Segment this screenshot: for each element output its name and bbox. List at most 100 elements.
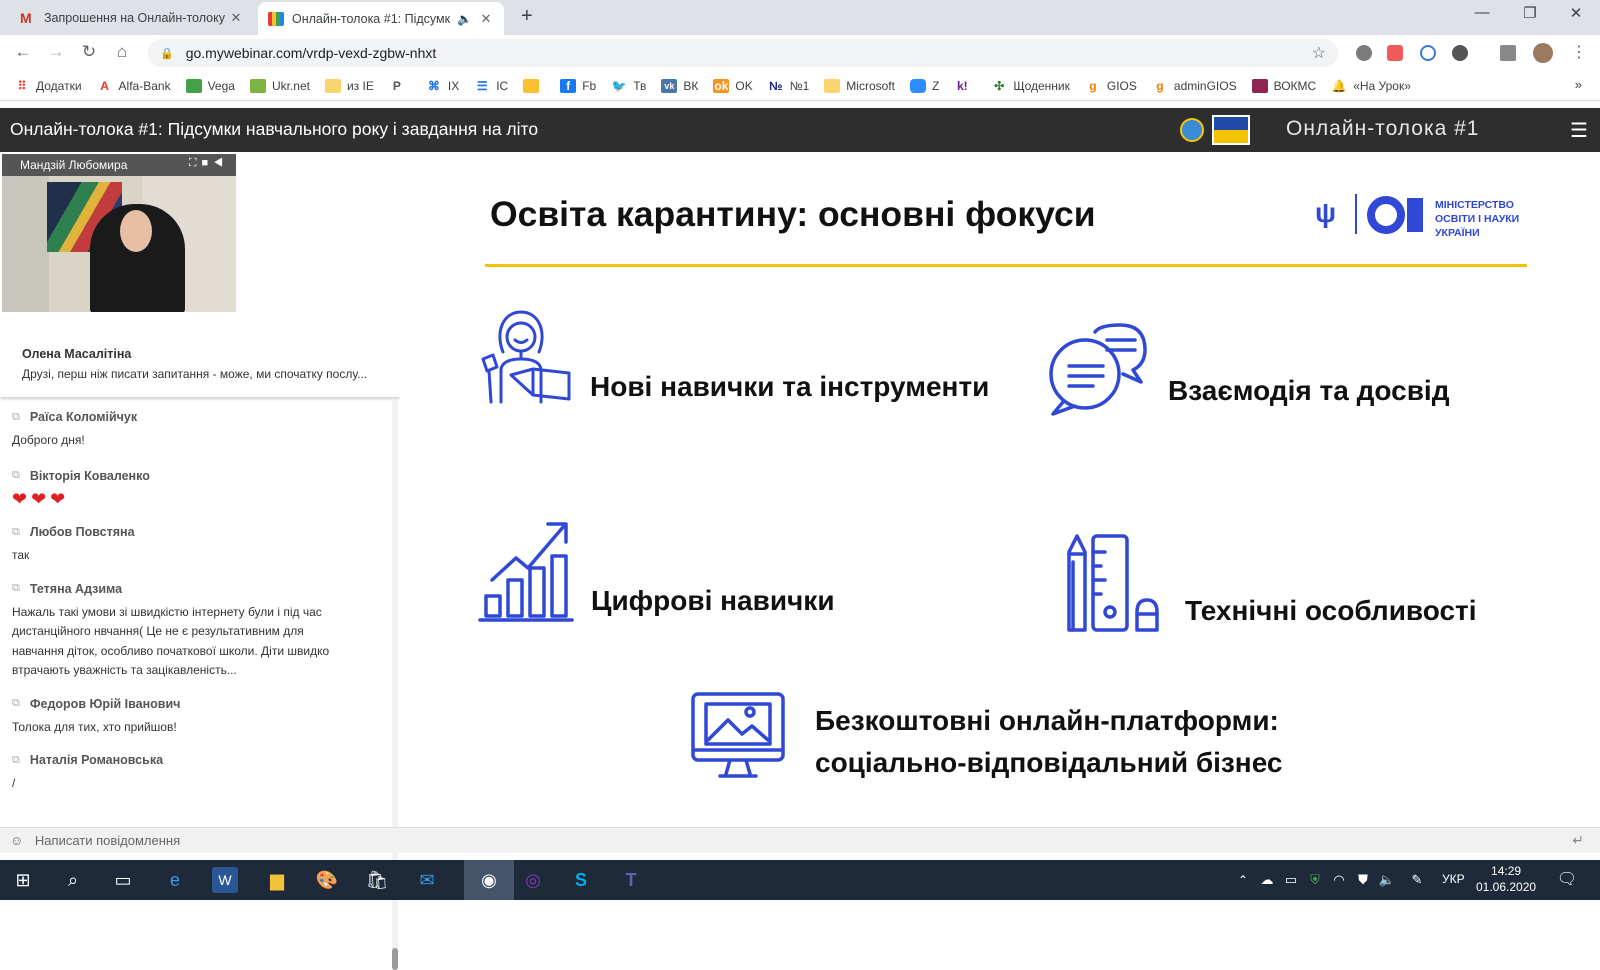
profile-avatar[interactable]	[1533, 43, 1553, 63]
notifications-icon[interactable]: 🗨	[1554, 867, 1580, 893]
close-window-button[interactable]: ✕	[1556, 4, 1596, 22]
bookmark-fb[interactable]: f Fb	[560, 78, 596, 93]
word-icon[interactable]: W	[212, 867, 238, 893]
paint-icon[interactable]: 🎨	[314, 867, 340, 893]
close-tab-icon[interactable]: ✕	[228, 10, 244, 26]
skype-extension-icon[interactable]	[1356, 45, 1372, 61]
viber-icon[interactable]: ◎	[520, 867, 546, 893]
bookmark-ok[interactable]: ok OK	[713, 78, 753, 93]
volume-icon[interactable]: 🔈	[1374, 867, 1400, 893]
bookmark-twitter[interactable]: 🐦 Тв	[611, 79, 647, 93]
onedrive-icon[interactable]: ☁	[1254, 867, 1280, 893]
bookmark-p[interactable]: P	[389, 79, 411, 93]
brand-title: Онлайн-толока #1	[1286, 117, 1480, 140]
extension-icon[interactable]	[1387, 45, 1403, 61]
audio-playing-icon[interactable]: 🔈	[457, 12, 472, 26]
pen-icon[interactable]: ✎	[1404, 867, 1430, 893]
camera-icon[interactable]: ■	[202, 157, 214, 169]
w-extension-icon[interactable]	[1420, 45, 1436, 61]
copy-icon[interactable]: ⧉	[12, 754, 20, 767]
chrome-icon[interactable]: ◉	[464, 860, 514, 900]
bookmark-folder-ie[interactable]: из IE	[324, 78, 374, 93]
copy-icon[interactable]: ⧉	[12, 469, 20, 482]
search-icon[interactable]: ⌕	[60, 867, 86, 893]
send-enter-icon[interactable]: ↵	[1572, 832, 1584, 849]
task-view-icon[interactable]: ▭	[110, 867, 136, 893]
edge-icon[interactable]: e	[162, 867, 188, 893]
bookmark-n1[interactable]: № №1	[768, 79, 809, 93]
system-clock[interactable]: 14:29 01.06.2020	[1476, 863, 1536, 895]
bookmark-shchodennyk[interactable]: ✣ Щоденник	[991, 79, 1070, 93]
flag-logo-icon	[1212, 115, 1250, 145]
bookmark-label: Щоденник	[1013, 78, 1070, 93]
extension-icon[interactable]	[1452, 45, 1468, 61]
bookmark-k[interactable]: k!	[954, 79, 976, 93]
browser-tab-webinar[interactable]: Онлайн-толока #1: Підсумк 🔈 ✕	[258, 2, 504, 35]
reload-icon[interactable]: ↻	[78, 42, 100, 62]
bookmark-gios[interactable]: g GIOS	[1085, 79, 1137, 93]
restore-button[interactable]: ❐	[1510, 4, 1550, 22]
speaker-video[interactable]: Мандзій Любомира ⛶■◀	[2, 154, 236, 312]
focus-label-interaction: Взаємодія та досвід	[1168, 375, 1450, 406]
bookmark-vega[interactable]: Vega	[185, 78, 235, 93]
language-indicator[interactable]: УКР	[1442, 872, 1465, 886]
bell-icon: 🔔	[1331, 78, 1347, 93]
copy-icon[interactable]: ⧉	[12, 697, 20, 710]
mail-icon[interactable]: ✉	[414, 867, 440, 893]
bookmark-ix[interactable]: ⌘ IX	[426, 79, 459, 93]
close-tab-icon[interactable]: ✕	[478, 11, 494, 27]
forward-icon[interactable]: →	[45, 42, 67, 62]
chat-messages[interactable]: ⧉ Раїса Коломійчук Доброго дня! ⧉ Вікторія…	[0, 400, 392, 800]
bookmark-zoom[interactable]: Z	[909, 78, 939, 93]
store-icon[interactable]: 🛍	[364, 867, 390, 893]
bookmark-admingios[interactable]: g adminGIOS	[1152, 79, 1236, 93]
bookmark-naurok[interactable]: 🔔 «На Урок»	[1331, 79, 1411, 93]
emoji-icon[interactable]: ☺	[10, 833, 23, 848]
tray-overflow-icon[interactable]: ⌃	[1230, 867, 1256, 893]
security-icon[interactable]: ⛨	[1302, 867, 1328, 893]
chat-input[interactable]: Написати повідомлення	[35, 833, 180, 848]
browser-tab-gmail[interactable]: M Запрошення на Онлайн-толоку ✕	[10, 0, 254, 35]
copy-icon[interactable]: ⧉	[12, 411, 20, 424]
bookmarks-more-button[interactable]: »	[1575, 77, 1582, 92]
video-controls[interactable]: ⛶■◀	[189, 157, 228, 170]
bookmark-ic[interactable]: ☰ IC	[474, 79, 508, 93]
clock-date: 01.06.2020	[1476, 880, 1537, 894]
logo-separator	[1355, 194, 1357, 234]
bookmark-vokmc[interactable]: ВОКМС	[1251, 78, 1316, 93]
battery-icon[interactable]: ▭	[1278, 867, 1304, 893]
address-bar[interactable]: 🔒 go.mywebinar.com/vrdp-vexd-zgbw-nhxt ☆	[148, 39, 1338, 67]
skype-icon[interactable]: S	[568, 867, 594, 893]
new-tab-button[interactable]: +	[521, 5, 533, 28]
bookmark-ukrnet[interactable]: Ukr.net	[249, 78, 310, 93]
scrollbar-thumb[interactable]	[392, 948, 398, 970]
home-icon[interactable]: ⌂	[111, 42, 133, 62]
media-control-icon[interactable]	[1500, 45, 1516, 61]
bookmark-apps[interactable]: ⠿ Додатки	[14, 79, 82, 93]
copy-icon[interactable]: ⧉	[12, 526, 20, 539]
menu-dots-icon[interactable]: ⋮	[1568, 42, 1590, 62]
trident-icon: ψ	[1315, 197, 1337, 228]
bookmark-image[interactable]	[523, 78, 545, 93]
wifi-icon[interactable]: ◠	[1326, 867, 1352, 893]
file-explorer-icon[interactable]: ▆	[264, 867, 290, 893]
fullscreen-icon[interactable]: ⛶	[189, 157, 202, 169]
copy-icon[interactable]: ⧉	[12, 582, 20, 595]
back-icon[interactable]: ←	[12, 42, 34, 62]
chat-bubbles-icon	[1049, 323, 1147, 416]
shield-icon[interactable]: ⛊	[1350, 867, 1376, 893]
bookmark-alfa[interactable]: A Alfa-Bank	[97, 79, 170, 93]
chat-input-bar[interactable]: ☺ Написати повідомлення ↵	[0, 827, 1600, 853]
minimize-button[interactable]: —	[1462, 4, 1502, 21]
focus-label-platforms: Безкоштовні онлайн-платформи: соціально-…	[815, 700, 1283, 784]
bookmark-star-icon[interactable]: ☆	[1312, 43, 1326, 63]
clock-time: 14:29	[1491, 864, 1522, 878]
growth-chart-icon	[478, 522, 574, 622]
volume-icon[interactable]: ◀	[213, 157, 228, 169]
bookmark-microsoft[interactable]: Microsoft	[824, 78, 895, 93]
bookmark-label: Microsoft	[846, 78, 895, 93]
menu-hamburger-icon[interactable]: ☰	[1570, 118, 1588, 143]
teams-icon[interactable]: T	[618, 867, 644, 893]
bookmark-vk[interactable]: vk ВК	[661, 78, 698, 93]
windows-start-icon[interactable]: ⊞	[10, 867, 36, 893]
